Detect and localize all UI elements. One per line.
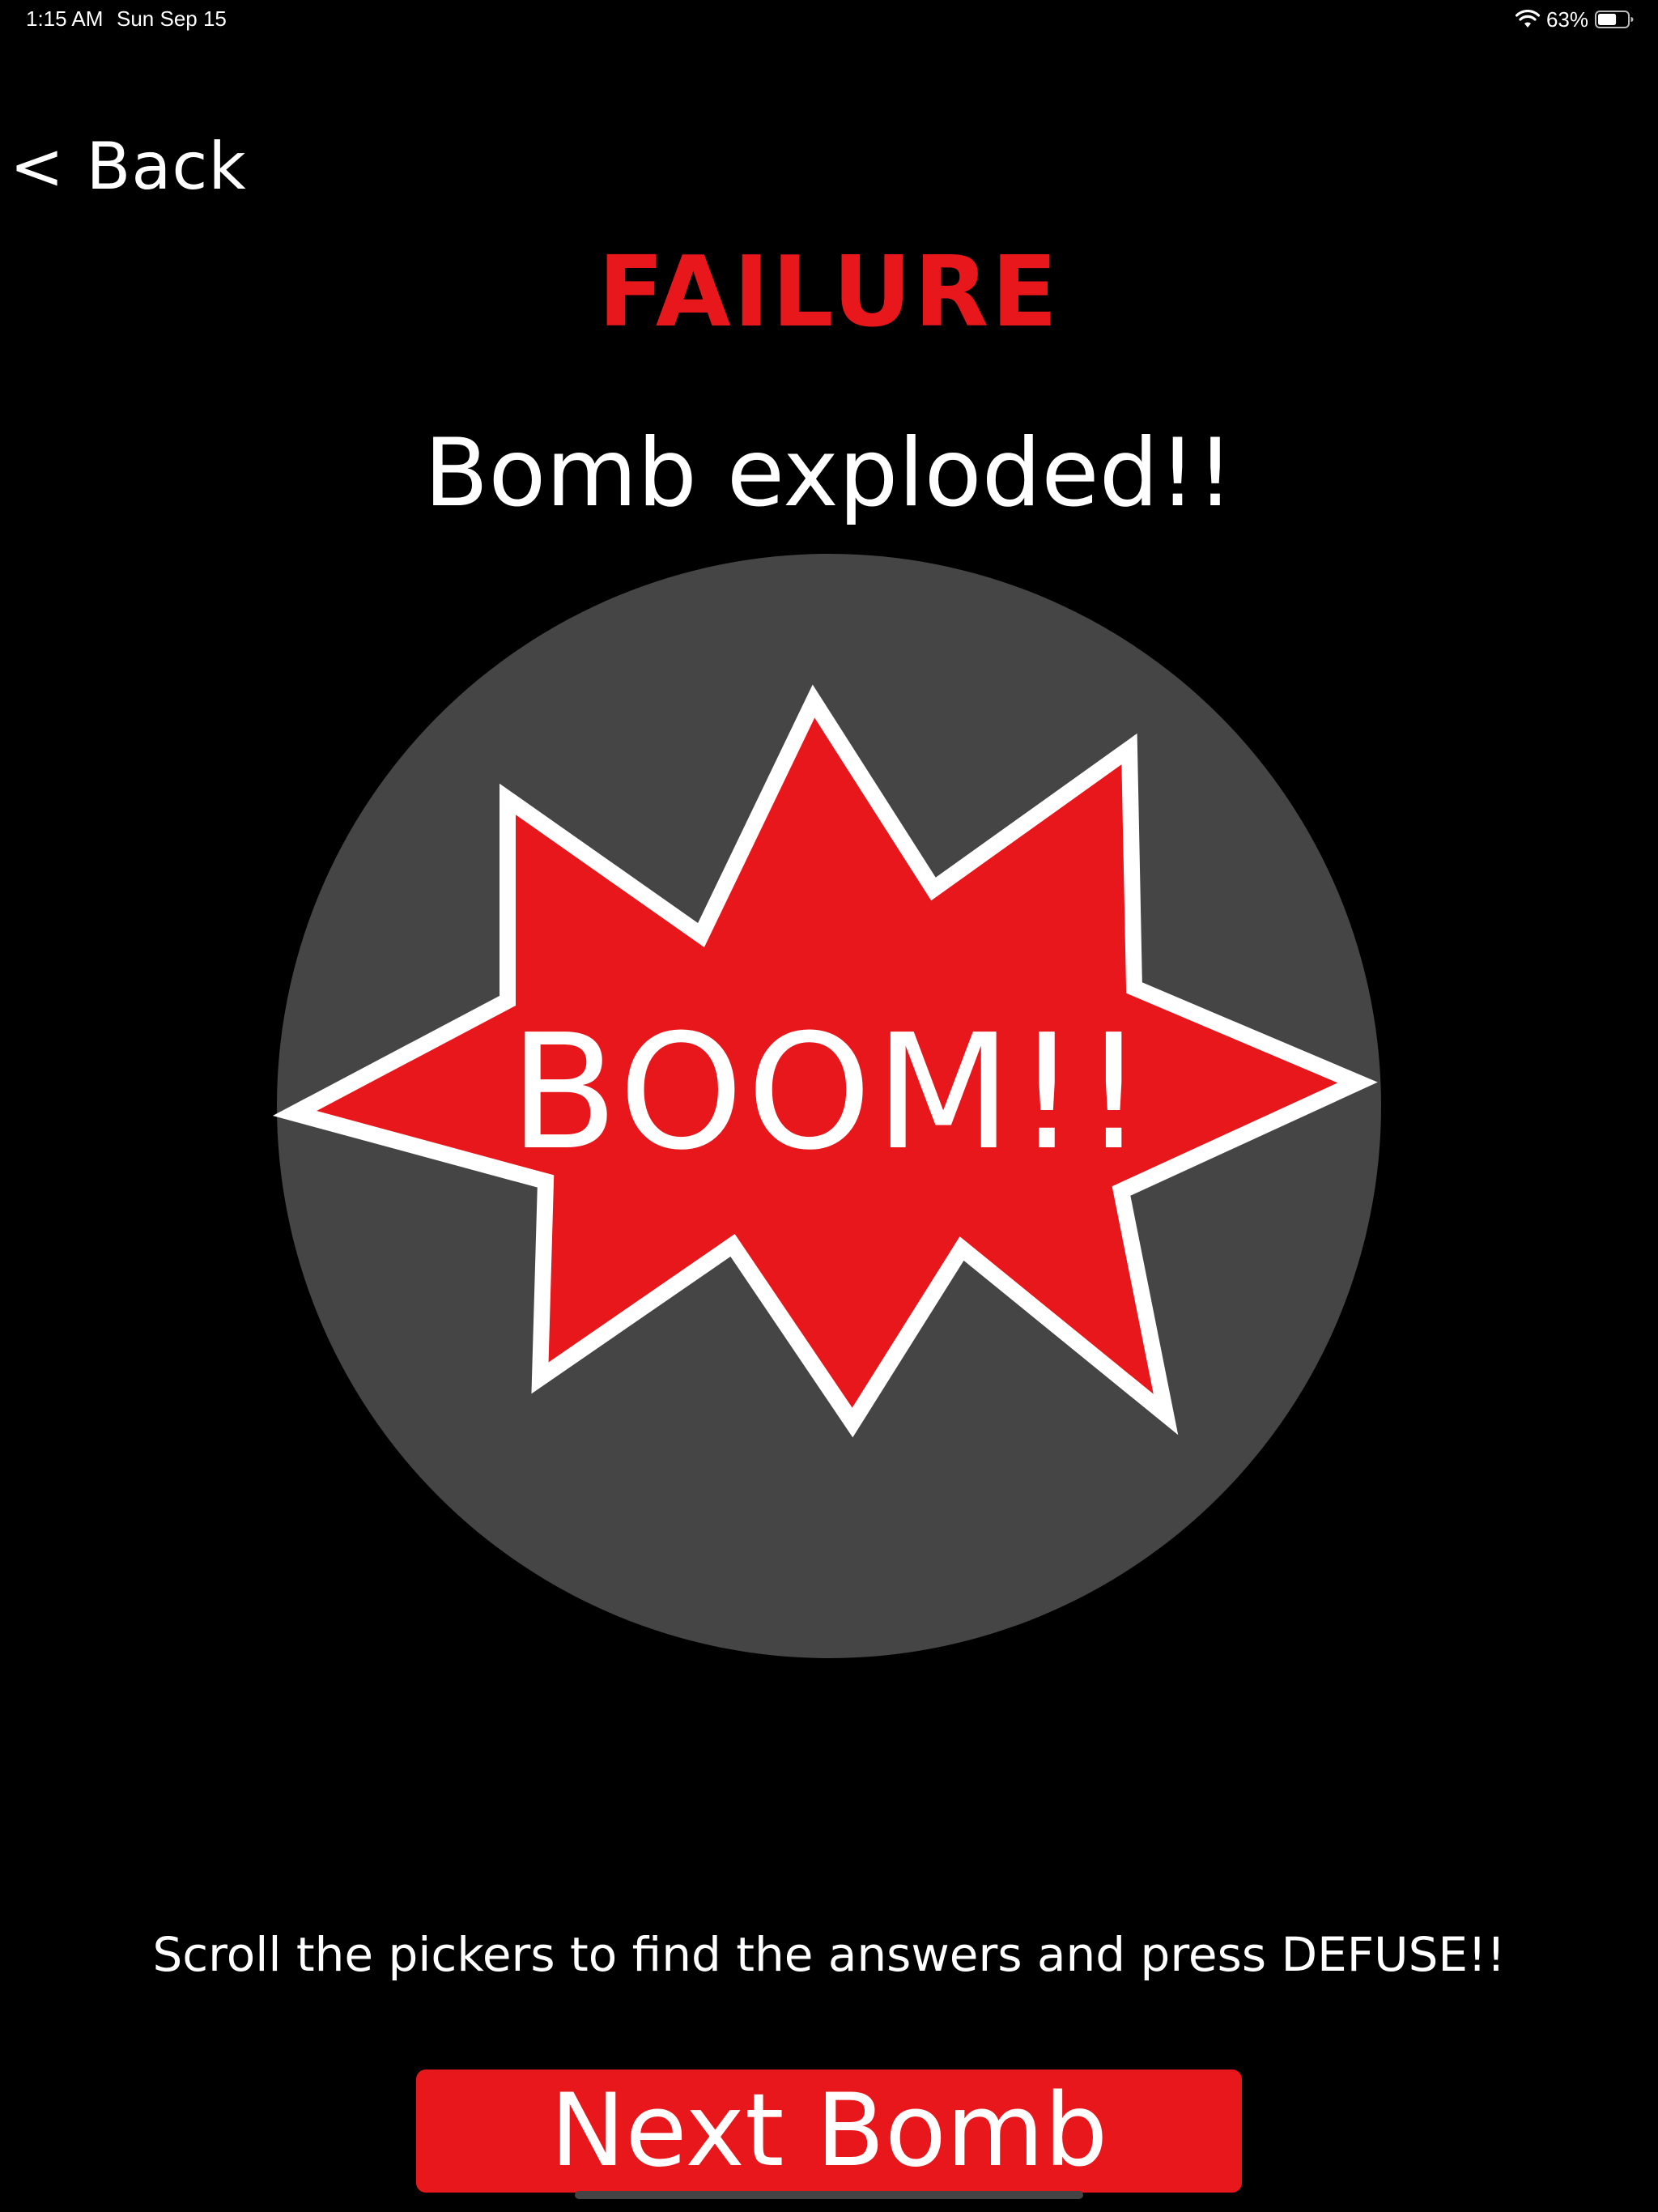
instructions-text: Scroll the pickers to find the answers a… — [152, 1927, 1506, 1982]
status-bar: 1:15 AM Sun Sep 15 63% — [0, 0, 1658, 39]
battery-percent: 63% — [1545, 6, 1588, 32]
result-message: Bomb exploded!! — [423, 419, 1235, 528]
result-title: FAILURE — [597, 236, 1061, 349]
home-indicator[interactable] — [575, 2191, 1083, 2199]
status-indicators: 63% — [1515, 5, 1634, 34]
wifi-icon — [1515, 10, 1540, 29]
status-time: 1:15 AM — [26, 6, 104, 31]
status-date: Sun Sep 15 — [117, 6, 227, 31]
back-button[interactable]: < Back — [10, 128, 247, 206]
boom-label: BOOM!! — [509, 1001, 1149, 1185]
battery-icon — [1595, 10, 1634, 29]
next-bomb-button[interactable]: Next Bomb — [416, 2069, 1242, 2193]
